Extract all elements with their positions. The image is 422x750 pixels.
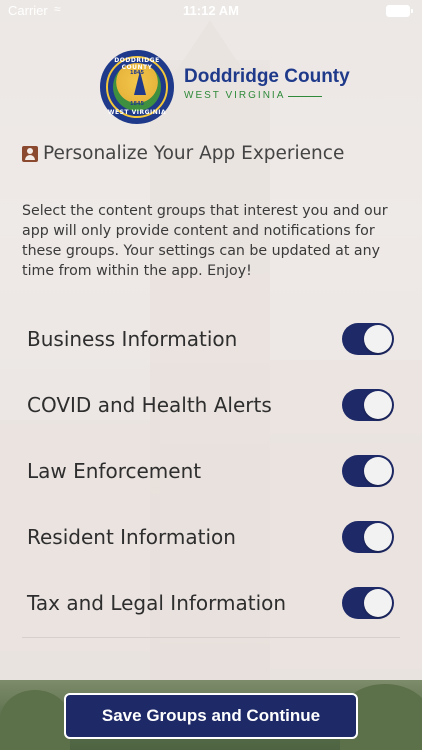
- group-row-law: Law Enforcement: [22, 438, 402, 504]
- toggle-knob: [364, 523, 392, 551]
- content-groups-list: Business Information COVID and Health Al…: [22, 306, 402, 636]
- toggle-knob: [364, 589, 392, 617]
- county-logo: DODDRIDGE COUNTY 1845 1845 WEST VIRGINIA…: [100, 50, 350, 124]
- group-label: Law Enforcement: [27, 459, 202, 483]
- law-enforcement-toggle[interactable]: [342, 455, 394, 487]
- battery-icon: [386, 5, 413, 17]
- brand-state: WEST VIRGINIA: [184, 90, 286, 101]
- group-row-business: Business Information: [22, 306, 402, 372]
- tax-legal-information-toggle[interactable]: [342, 587, 394, 619]
- group-row-tax: Tax and Legal Information: [22, 570, 402, 636]
- save-groups-button[interactable]: Save Groups and Continue: [64, 693, 358, 739]
- instructions-text: Select the content groups that interest …: [22, 203, 388, 279]
- seal-bottom-text: WEST VIRGINIA: [107, 109, 167, 116]
- status-bar: Carrier ≈ 11:12 AM: [0, 0, 422, 24]
- page-heading: Personalize Your App Experience: [22, 143, 344, 164]
- list-divider: [22, 637, 400, 638]
- group-label: Business Information: [27, 327, 238, 351]
- group-label: COVID and Health Alerts: [27, 393, 272, 417]
- business-information-toggle[interactable]: [342, 323, 394, 355]
- person-badge-icon: [22, 145, 38, 162]
- group-row-covid: COVID and Health Alerts: [22, 372, 402, 438]
- covid-health-alerts-toggle[interactable]: [342, 389, 394, 421]
- county-seal-icon: DODDRIDGE COUNTY 1845 1845 WEST VIRGINIA: [100, 50, 174, 124]
- group-label: Resident Information: [27, 525, 236, 549]
- brand-underline: [288, 96, 322, 97]
- page-title: Personalize Your App Experience: [43, 143, 345, 164]
- seal-year-bottom: 1845: [130, 101, 144, 107]
- group-label: Tax and Legal Information: [27, 591, 287, 615]
- toggle-knob: [364, 457, 392, 485]
- resident-information-toggle[interactable]: [342, 521, 394, 553]
- toggle-knob: [364, 325, 392, 353]
- clock: 11:12 AM: [183, 3, 239, 18]
- seal-top-text: DODDRIDGE COUNTY: [114, 57, 160, 71]
- brand-name: Doddridge County: [184, 66, 350, 87]
- toggle-knob: [364, 391, 392, 419]
- group-row-resident: Resident Information: [22, 504, 402, 570]
- seal-year-top: 1845: [130, 70, 144, 76]
